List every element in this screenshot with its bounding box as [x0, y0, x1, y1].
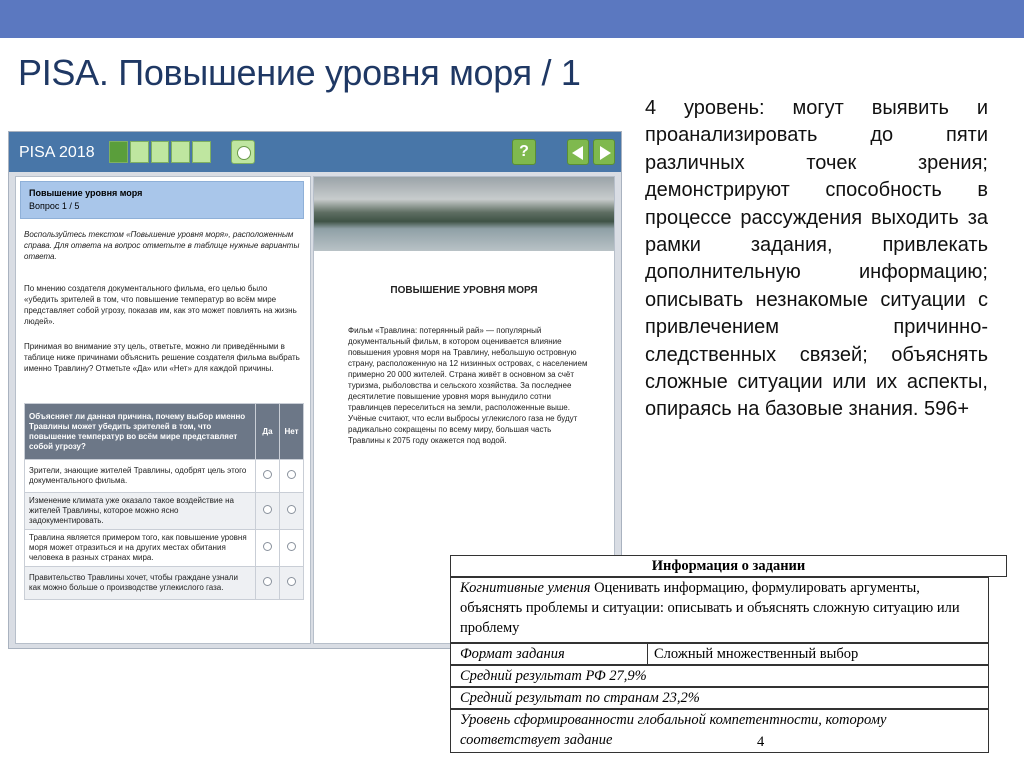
col-yes: Да — [255, 403, 280, 460]
pisa-logo: PISA 2018 — [19, 144, 95, 161]
yes-radio[interactable] — [263, 542, 272, 551]
table-row: Зрители, знающие жителей Травлины, одобр… — [24, 459, 304, 493]
island-photo — [314, 177, 614, 251]
no-radio[interactable] — [287, 470, 296, 479]
article-title: ПОВЫШЕНИЕ УРОВНЯ МОРЯ — [390, 285, 538, 296]
progress-segment — [192, 141, 211, 163]
answer-table: Объясняет ли данная причина, почему выбо… — [24, 403, 304, 600]
info-avg-countries: Средний результат по странам 23,2% — [450, 687, 989, 709]
yes-radio[interactable] — [263, 470, 272, 479]
question-title: Повышение уровня моря — [29, 188, 143, 198]
cognitive-label: Когнитивные умения — [460, 580, 591, 596]
info-avg-rf: Средний результат РФ 27,9% — [450, 665, 989, 687]
progress-segment — [109, 141, 128, 163]
next-arrow-icon[interactable] — [593, 139, 615, 165]
row-text: Травлина является примером того, как пов… — [24, 529, 256, 567]
info-level-row: Уровень сформированности глобальной комп… — [450, 709, 989, 753]
info-cognitive-row: Когнитивные умения Оценивать информацию,… — [450, 577, 989, 643]
yes-radio[interactable] — [263, 505, 272, 514]
question-number: Вопрос 1 / 5 — [29, 201, 80, 211]
prev-arrow-icon[interactable] — [567, 139, 589, 165]
row-text: Изменение климата уже оказало такое возд… — [24, 492, 256, 530]
no-radio[interactable] — [287, 577, 296, 586]
level-value: 4 — [757, 734, 765, 750]
no-radio[interactable] — [287, 542, 296, 551]
help-button[interactable]: ? — [512, 139, 536, 165]
level-description: 4 уровень: могут выявить и проанализиров… — [645, 97, 988, 421]
format-value: Сложный множественный выбор — [654, 646, 859, 662]
info-heading: Информация о задании — [450, 555, 1007, 577]
row-text: Правительство Травлины хочет, чтобы граж… — [24, 566, 256, 600]
question-panel: Повышение уровня моря Вопрос 1 / 5 Воспо… — [15, 176, 311, 644]
instruction-text: Воспользуйтесь текстом «Повышение уровня… — [24, 230, 300, 261]
row-text: Зрители, знающие жителей Травлины, одобр… — [24, 459, 256, 493]
table-header: Объясняет ли данная причина, почему выбо… — [24, 403, 256, 460]
format-label: Формат задания — [451, 644, 648, 664]
slide-title: PISA. Повышение уровня моря / 1 — [18, 52, 581, 93]
col-no: Нет — [279, 403, 304, 460]
level-label: Уровень сформированности глобальной комп… — [460, 712, 887, 748]
progress-bar — [109, 141, 211, 163]
table-row: Изменение климата уже оказало такое возд… — [24, 492, 304, 530]
yes-radio[interactable] — [263, 577, 272, 586]
progress-segment — [150, 141, 170, 163]
no-radio[interactable] — [287, 505, 296, 514]
progress-segment — [171, 141, 191, 163]
table-row: Травлина является примером того, как пов… — [24, 529, 304, 567]
info-format-row: Формат задания Сложный множественный выб… — [450, 643, 989, 665]
article-text: Фильм «Травлина: потерянный рай» — попул… — [348, 326, 588, 445]
pisa-header: PISA 2018 ? — [9, 132, 621, 172]
question-paragraph: Принимая во внимание эту цель, ответьте,… — [24, 342, 300, 373]
top-bar — [0, 0, 1024, 38]
question-header: Повышение уровня моря Вопрос 1 / 5 — [20, 181, 304, 219]
progress-segment — [129, 141, 149, 163]
table-row: Правительство Травлины хочет, чтобы граж… — [24, 566, 304, 600]
question-paragraph: По мнению создателя документального филь… — [24, 284, 297, 326]
timer-icon[interactable] — [231, 140, 255, 164]
